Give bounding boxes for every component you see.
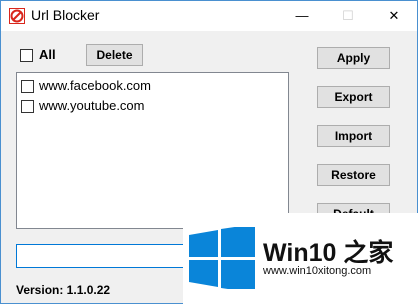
watermark-title: Win10 之家 xyxy=(263,239,394,267)
title-bar: Url Blocker — ☐ ✕ xyxy=(1,1,417,31)
export-button[interactable]: Export xyxy=(317,86,390,108)
restore-button[interactable]: Restore xyxy=(317,164,390,186)
url-list[interactable]: www.facebook.com www.youtube.com xyxy=(16,72,289,229)
windows-logo-icon xyxy=(189,227,255,289)
apply-button[interactable]: Apply xyxy=(317,47,390,69)
list-item-label: www.facebook.com xyxy=(39,78,151,93)
select-all-checkbox[interactable] xyxy=(20,49,33,62)
select-all-label: All xyxy=(39,47,56,62)
delete-button[interactable]: Delete xyxy=(86,44,143,66)
maximize-button[interactable]: ☐ xyxy=(325,1,371,31)
watermark-url: www.win10xitong.com xyxy=(263,265,372,277)
close-button[interactable]: ✕ xyxy=(371,1,417,31)
version-label: Version: 1.1.0.22 xyxy=(16,283,111,297)
list-item-checkbox[interactable] xyxy=(21,100,34,113)
watermark: Win10 之家 www.win10xitong.com xyxy=(183,213,418,304)
list-item-checkbox[interactable] xyxy=(21,80,34,93)
minimize-button[interactable]: — xyxy=(279,1,325,31)
import-button[interactable]: Import xyxy=(317,125,390,147)
list-item-label: www.youtube.com xyxy=(39,98,145,113)
window-title: Url Blocker xyxy=(31,7,100,23)
no-entry-icon xyxy=(9,8,25,24)
